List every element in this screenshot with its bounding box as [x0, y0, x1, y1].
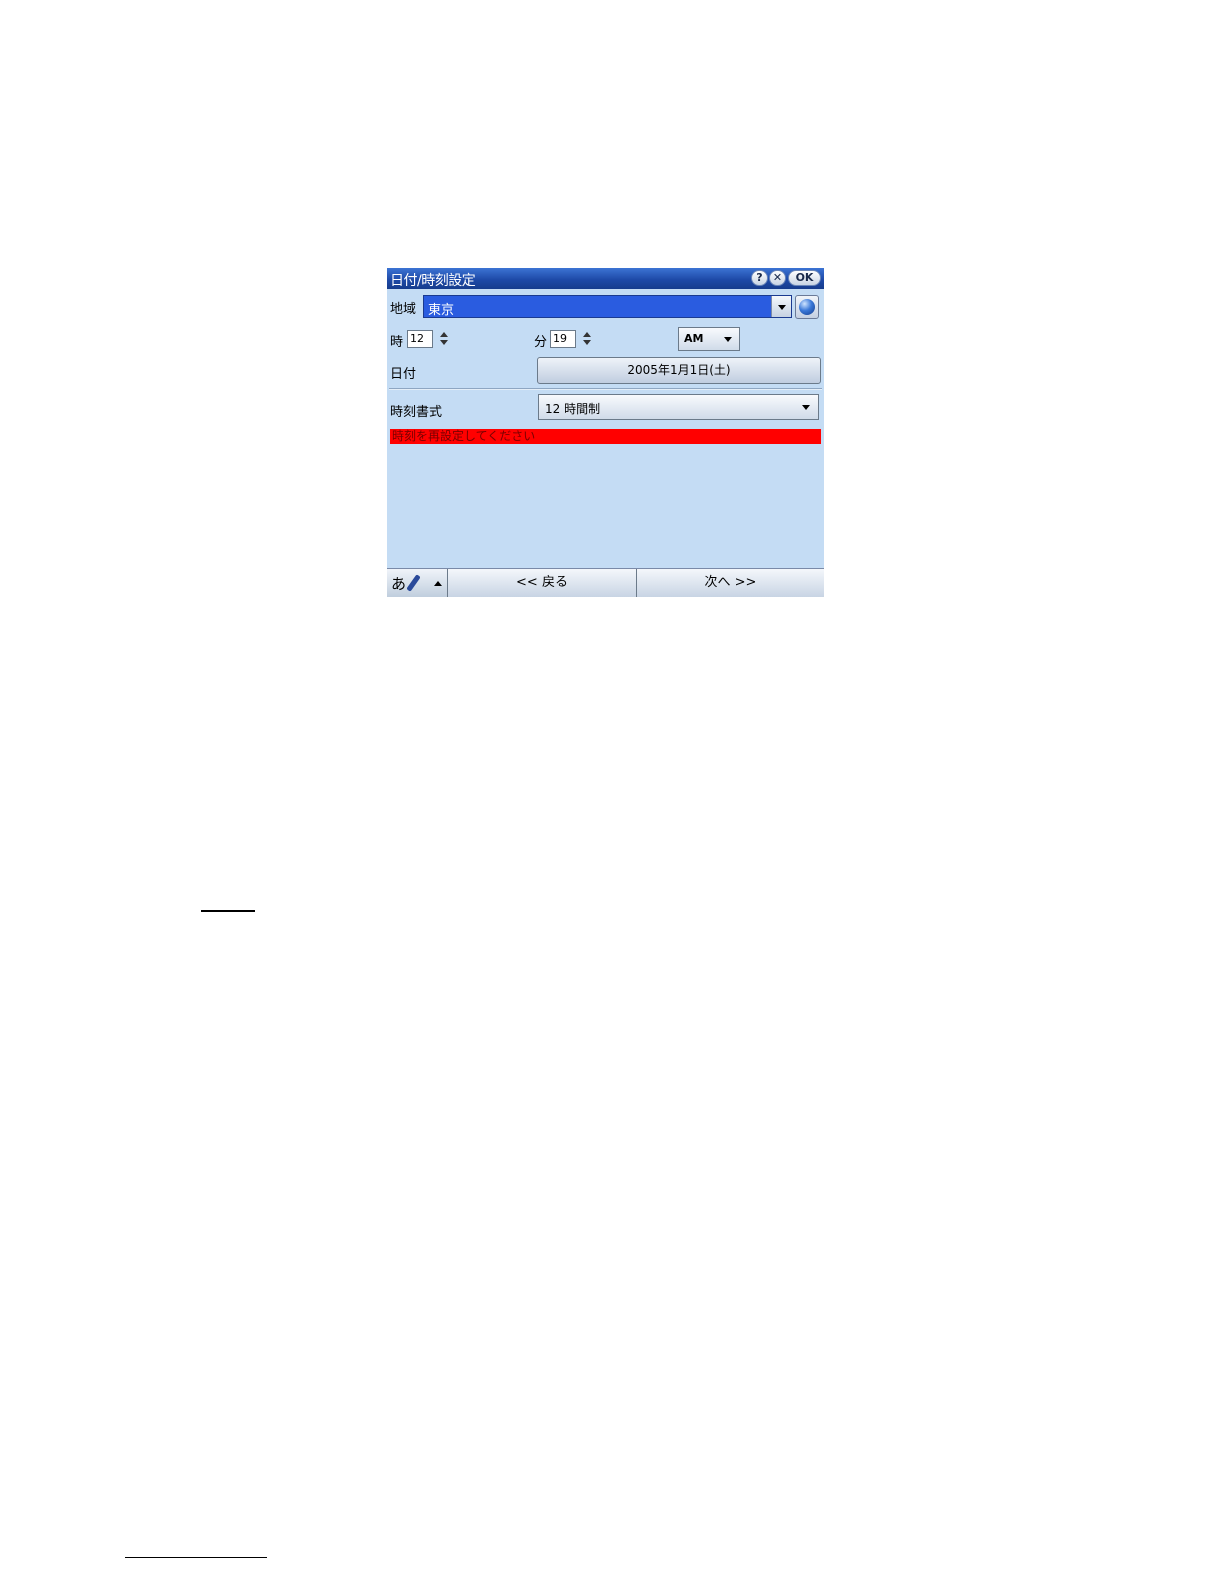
footnote-rule: [125, 1557, 267, 1558]
window-title: 日付/時刻設定: [390, 273, 476, 289]
format-label: 時刻書式: [390, 405, 443, 420]
minute-input[interactable]: 19: [550, 330, 576, 348]
minute-label: 分: [534, 335, 548, 350]
globe-icon[interactable]: [795, 295, 819, 319]
date-button[interactable]: 2005年1月1日(土): [537, 357, 821, 384]
input-method-label[interactable]: あ: [391, 573, 406, 594]
chevron-up-icon[interactable]: [434, 581, 442, 586]
spin-down-icon[interactable]: [438, 339, 450, 348]
hour-input[interactable]: 12: [407, 330, 433, 348]
date-label: 日付: [390, 367, 417, 382]
ampm-select[interactable]: AM: [678, 327, 740, 351]
region-value: 東京: [428, 303, 455, 318]
region-label: 地域: [390, 302, 417, 317]
spin-down-icon[interactable]: [581, 339, 593, 348]
underline-mark: [201, 910, 255, 912]
chevron-down-icon: [724, 337, 732, 342]
device-screen: 日付/時刻設定 ? ✕ OK 地域 東京 時 12 分 19 AM 日付 200…: [387, 268, 824, 597]
chevron-down-icon[interactable]: [771, 296, 791, 317]
bottom-bar: あ << 戻る 次へ >>: [387, 568, 824, 597]
pencil-icon[interactable]: [406, 574, 421, 592]
hour-spinner[interactable]: [438, 330, 450, 348]
time-format-value: 12 時間制: [545, 402, 601, 416]
close-button[interactable]: ✕: [769, 270, 786, 286]
divider: [389, 388, 822, 390]
chevron-down-icon: [802, 405, 810, 410]
region-select[interactable]: 東京: [423, 295, 792, 318]
title-bar: 日付/時刻設定 ? ✕ OK: [387, 268, 824, 289]
help-button[interactable]: ?: [751, 270, 768, 286]
minute-spinner[interactable]: [581, 330, 593, 348]
next-button[interactable]: 次へ >>: [636, 569, 824, 597]
alert-banner: 時刻を再設定してください: [390, 429, 821, 444]
ok-button[interactable]: OK: [788, 270, 821, 286]
spin-up-icon[interactable]: [581, 330, 593, 339]
back-button[interactable]: << 戻る: [447, 569, 636, 597]
hour-label: 時: [390, 335, 404, 350]
spin-up-icon[interactable]: [438, 330, 450, 339]
time-format-select[interactable]: 12 時間制: [538, 394, 819, 420]
ampm-value: AM: [684, 332, 704, 345]
